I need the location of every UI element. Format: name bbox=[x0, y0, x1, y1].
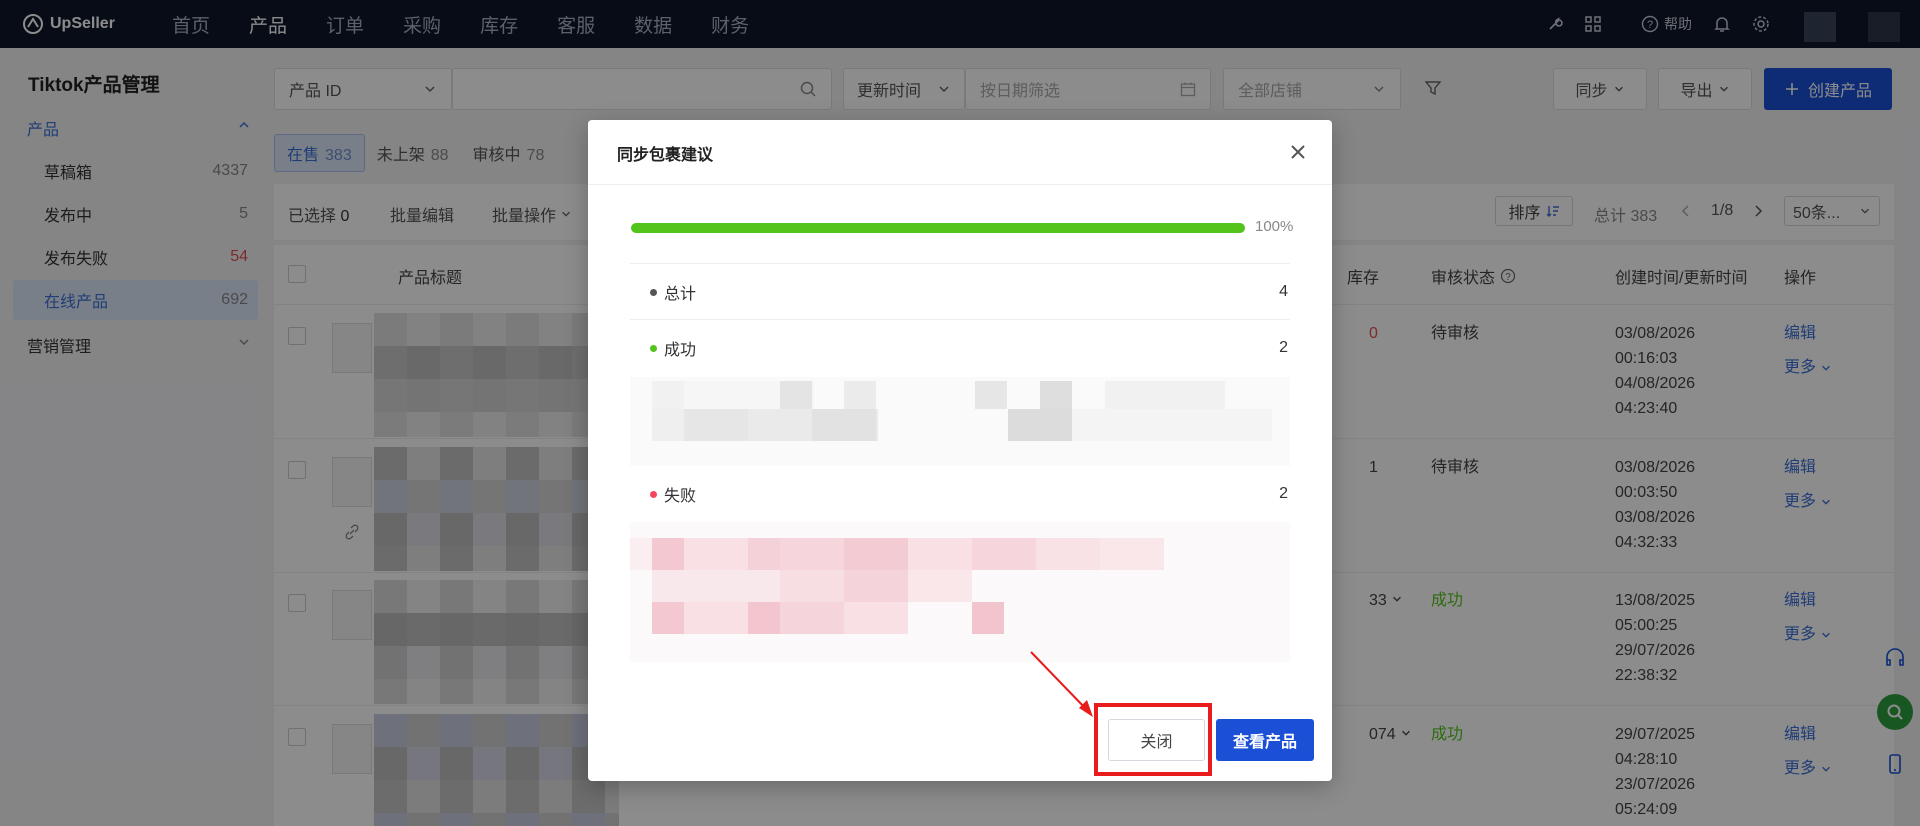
stat-fail-row: 失败 2 bbox=[630, 466, 1290, 522]
close-icon[interactable] bbox=[1288, 142, 1308, 162]
fail-dot bbox=[650, 491, 657, 498]
sync-progress-label: 100% bbox=[1255, 218, 1294, 235]
stat-value: 4 bbox=[1279, 282, 1288, 300]
stat-label: 失败 bbox=[664, 488, 697, 505]
stat-total-row: 总计 4 bbox=[630, 263, 1290, 319]
sync-progress-fill bbox=[631, 223, 1245, 233]
fail-details-redacted bbox=[630, 522, 1290, 662]
dialog-divider bbox=[588, 184, 1332, 185]
dialog-title: 同步包裹建议 bbox=[617, 147, 714, 164]
sync-package-dialog: 同步包裹建议 100% 总计 4 成功 2 失败 2 关闭 查看产品 bbox=[588, 120, 1332, 781]
stat-label: 成功 bbox=[664, 341, 697, 359]
view-products-button[interactable]: 查看产品 bbox=[1216, 719, 1314, 761]
total-dot bbox=[650, 289, 657, 296]
stat-success-row: 成功 2 bbox=[630, 319, 1290, 375]
stat-label: 总计 bbox=[664, 285, 697, 303]
sync-progress-bar bbox=[631, 223, 1245, 233]
success-details-redacted bbox=[630, 377, 1290, 466]
stat-value: 2 bbox=[1279, 338, 1288, 356]
success-dot bbox=[650, 345, 657, 352]
redacted-pixel-block bbox=[652, 381, 1272, 441]
annotation-highlight-frame bbox=[1094, 703, 1212, 776]
stat-value: 2 bbox=[1279, 485, 1288, 502]
redacted-pixel-block bbox=[630, 538, 1164, 634]
